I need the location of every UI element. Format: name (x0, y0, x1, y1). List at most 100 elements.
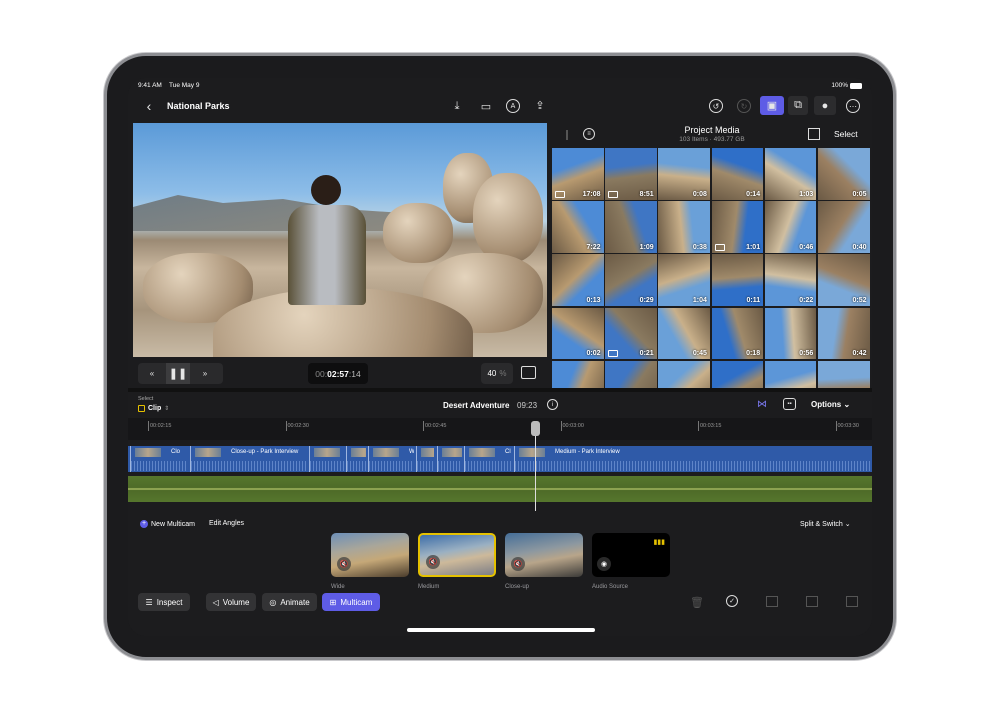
voiceover-icon[interactable]: A (506, 99, 520, 113)
fast-forward-button[interactable]: » (190, 363, 220, 384)
timeline-clip[interactable]: W (368, 446, 414, 472)
duration-label: 1:09 (639, 243, 654, 251)
media-thumbnail[interactable]: 0:38 (658, 201, 710, 253)
camera-icon[interactable]: ▭ (478, 99, 494, 113)
split-switch-label: Split & Switch (800, 521, 843, 528)
media-thumbnail[interactable] (658, 360, 710, 388)
home-indicator[interactable] (407, 628, 595, 632)
media-thumbnail[interactable]: 0:46 (764, 201, 817, 253)
media-thumbnail[interactable] (605, 360, 657, 388)
split-icon[interactable] (766, 596, 778, 607)
media-thumbnail[interactable]: 0:18 (711, 307, 764, 360)
angle-wide[interactable]: 🔇 (331, 533, 409, 577)
audio-waveform (465, 461, 511, 471)
animate-button[interactable]: ◎ Animate (262, 593, 317, 611)
multicam-button[interactable]: ⊞ Multicam (322, 593, 380, 611)
media-thumbnail[interactable]: 0:02 (552, 307, 604, 360)
media-thumbnail[interactable]: 0:29 (605, 254, 657, 306)
snapping-icon[interactable]: ⋈ (754, 398, 770, 410)
zoom-value: 40 (487, 369, 497, 378)
share-icon[interactable]: ⇪ (533, 98, 547, 112)
media-thumbnail[interactable] (818, 360, 870, 388)
timeline-clip[interactable] (416, 446, 434, 472)
split-switch-dropdown[interactable]: Split & Switch ⌄ (800, 520, 851, 528)
inspect-button[interactable]: ☰ Inspect (138, 593, 190, 611)
timeline-clip[interactable]: Cl (464, 446, 511, 472)
back-button[interactable]: ‹ (142, 98, 156, 114)
media-thumbnail[interactable]: 0:56 (764, 307, 817, 360)
media-grid: 17:08 8:51 0:08 0:14 1:03 0:05 7:22 1:09 0:38 1:0… (552, 148, 872, 388)
timeline-clip[interactable] (346, 446, 366, 472)
playhead-handle[interactable] (531, 421, 540, 436)
media-thumbnail[interactable]: 0:11 (711, 254, 764, 306)
rewind-button[interactable]: « (138, 363, 166, 384)
select-button[interactable]: Select (834, 129, 858, 139)
multicam-icon: ⊞ (329, 597, 337, 607)
effects-icon[interactable]: ⧉ (788, 96, 808, 115)
angle-close-up[interactable]: 🔇 (505, 533, 583, 577)
media-thumbnail[interactable]: 0:22 (764, 254, 817, 306)
speaker-icon: ◁ (212, 597, 219, 607)
media-thumbnail[interactable]: 1:09 (605, 201, 657, 253)
undo-icon[interactable]: ↺ (709, 99, 723, 113)
media-thumbnail[interactable]: 0:42 (818, 307, 870, 360)
import-icon[interactable]: ⤓ (450, 99, 464, 113)
timeline-ruler[interactable]: 00:02:15 00:02:30 00:02:45 00:03:00 00:03:15… (128, 418, 872, 440)
media-thumbnail[interactable]: 0:45 (658, 307, 710, 360)
info-icon[interactable]: i (547, 399, 558, 410)
angle-medium[interactable]: 🔇 (418, 533, 496, 577)
media-thumbnail[interactable]: 0:21 (605, 307, 657, 360)
video-viewer[interactable] (133, 123, 547, 357)
timeline-clip[interactable]: Clo (130, 446, 187, 472)
media-thumbnail[interactable]: 0:14 (711, 148, 764, 200)
audio-source-icon: ◉ (597, 557, 611, 571)
audio-level-icon: ▮▮▮ (653, 539, 665, 546)
edit-angles-button[interactable]: Edit Angles (209, 520, 244, 527)
trash-icon[interactable]: 🗑 (690, 595, 704, 609)
media-thumbnail[interactable]: 1:01 (711, 201, 764, 253)
grid-view-icon[interactable] (808, 128, 820, 140)
trim-end-icon[interactable] (846, 596, 858, 607)
options-button[interactable]: Options ⌄ (811, 400, 850, 409)
media-thumbnail[interactable] (764, 360, 817, 388)
photos-button[interactable]: ▣ (760, 96, 784, 115)
timeline-clip[interactable]: Close-up - Park Interview (190, 446, 306, 472)
timeline-clip[interactable] (309, 446, 344, 472)
viewer-options-icon[interactable] (521, 366, 536, 379)
microphone-icon[interactable]: ● (814, 96, 836, 115)
media-thumbnail[interactable]: 7:22 (552, 201, 604, 253)
transport-controls: « ❚❚ » (138, 363, 223, 384)
clip-thumbnail (373, 448, 399, 457)
duration-label: 1:04 (692, 296, 707, 304)
pause-button[interactable]: ❚❚ (166, 363, 190, 384)
screen: 9:41 AM Tue May 9 100% ‹ National Parks … (128, 78, 872, 636)
angle-audio-source[interactable]: ◉ ▮▮▮ (592, 533, 670, 577)
media-thumbnail[interactable]: 8:51 (605, 148, 657, 200)
media-thumbnail[interactable]: 0:40 (818, 201, 870, 253)
zoom-control[interactable]: 40% (481, 363, 513, 384)
media-thumbnail[interactable]: 0:05 (818, 148, 870, 200)
media-thumbnail[interactable] (552, 360, 604, 388)
more-icon[interactable]: ⋯ (846, 99, 860, 113)
media-thumbnail[interactable]: 0:08 (658, 148, 710, 200)
duration-label: 0:13 (586, 296, 601, 304)
new-multicam-button[interactable]: + New Multicam (140, 520, 195, 528)
media-thumbnail[interactable]: 0:13 (552, 254, 604, 306)
timeline-clip[interactable] (437, 446, 462, 472)
media-thumbnail[interactable]: 1:03 (764, 148, 817, 200)
timecode-display: 00: 02:57:14 (308, 363, 368, 384)
media-thumbnail[interactable] (711, 360, 764, 388)
select-mode-button[interactable]: Clip ⇕ (138, 405, 169, 412)
muted-icon: 🔇 (426, 555, 440, 569)
audio-track[interactable] (128, 476, 872, 502)
media-thumbnail[interactable]: 0:52 (818, 254, 870, 306)
media-thumbnail[interactable]: 1:04 (658, 254, 710, 306)
redo-icon[interactable]: ↻ (737, 99, 751, 113)
checkmark-icon[interactable]: ✓ (726, 595, 738, 607)
timeline-view-icon[interactable]: ▪▪ (783, 398, 796, 410)
media-thumbnail[interactable]: 17:08 (552, 148, 604, 200)
timeline-clip[interactable]: Medium - Park Interview (514, 446, 872, 472)
trim-start-icon[interactable] (806, 596, 818, 607)
project-title: National Parks (167, 101, 230, 111)
volume-button[interactable]: ◁ Volume (206, 593, 256, 611)
